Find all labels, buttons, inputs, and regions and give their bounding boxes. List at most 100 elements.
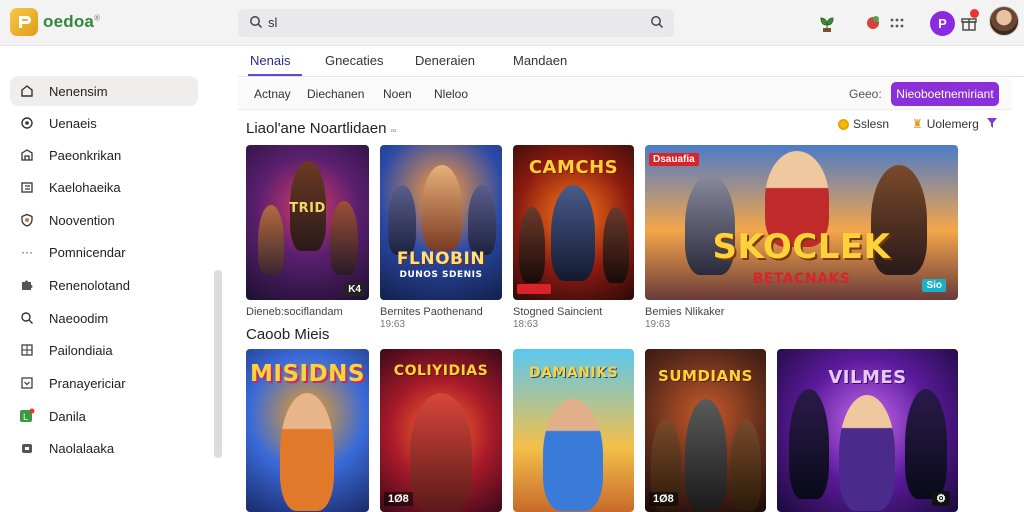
game-logo: TRID xyxy=(289,201,326,216)
card-subtitle: 18:63 xyxy=(513,319,539,330)
card-badge xyxy=(517,284,551,294)
filter-actnay[interactable]: Actnay xyxy=(254,87,291,101)
game-card[interactable]: MISIDNS xyxy=(246,349,369,512)
coin-icon xyxy=(838,118,849,130)
dropdown-icon xyxy=(19,375,35,391)
main-tabs: Nenais Gnecaties Deneraien Mandaen xyxy=(238,46,1024,77)
sidebar-item-label: Pailondiaia xyxy=(49,342,113,358)
card-caption: Stogned Saincient xyxy=(513,306,603,318)
card-caption: Dieneb:sociflandam xyxy=(246,306,343,318)
sidebar-item-label: Danila xyxy=(49,408,86,424)
sidebar-item-4[interactable]: Noovention xyxy=(10,205,198,235)
game-logo: CAMCHS xyxy=(528,157,619,178)
plant-icon[interactable] xyxy=(816,12,838,34)
top-bar: oedoa® sl P xyxy=(0,0,1024,46)
sidebar-item-2[interactable]: Paeonkrikan xyxy=(10,140,198,170)
sidebar-item-label: Renenolotand xyxy=(49,277,130,293)
character-figure xyxy=(468,185,496,255)
sidebar-item-label: Pranayericiar xyxy=(49,375,126,391)
filter-noen[interactable]: Noen xyxy=(383,87,412,101)
game-logo: FLNOBIN xyxy=(396,249,486,269)
sidebar: Nenensim Uenaeis Paeonkrikan Kaelohaeika… xyxy=(0,76,224,512)
card-subtitle: 19:63 xyxy=(645,319,671,330)
tab-mandaen[interactable]: Mandaen xyxy=(513,53,567,68)
sidebar-item-3[interactable]: Kaelohaeika xyxy=(10,172,198,202)
card-badge: 1Ø8 xyxy=(649,492,678,506)
sidebar-item-label: Naolalaaka xyxy=(49,440,115,456)
card-tag: Dsauafia xyxy=(649,153,699,166)
game-logo: VILMES xyxy=(828,367,907,388)
card-badge: 1Ø8 xyxy=(384,492,413,506)
character-figure xyxy=(551,185,595,281)
character-figure xyxy=(422,165,462,251)
store-icon xyxy=(19,147,35,163)
game-card[interactable]: COLIYIDIAS 1Ø8 xyxy=(380,349,502,512)
game-card[interactable]: CAMCHS xyxy=(513,145,634,300)
shield-icon xyxy=(19,212,35,228)
grid-icon xyxy=(19,342,35,358)
user-avatar[interactable] xyxy=(989,6,1019,36)
apps-grid-icon[interactable] xyxy=(886,12,908,34)
sidebar-item-6[interactable]: Renenolotand xyxy=(10,270,198,300)
sidebar-item-10[interactable]: L Danila xyxy=(10,401,198,431)
character-figure xyxy=(905,389,947,499)
sidebar-item-label: Kaelohaeika xyxy=(49,179,121,195)
character-figure xyxy=(410,393,472,511)
library-icon xyxy=(19,179,35,195)
game-card[interactable]: SUMDIANS 1Ø8 xyxy=(645,349,766,512)
card-badge: Sio xyxy=(922,279,946,292)
character-figure xyxy=(839,395,895,511)
sidebar-item-label: Noovention xyxy=(49,212,115,228)
game-logo: COLIYIDIAS xyxy=(393,363,489,379)
filter-funnel-icon[interactable] xyxy=(986,117,998,129)
logo-icon xyxy=(10,8,38,36)
card-caption: Bemies Nlikaker xyxy=(645,306,725,318)
card-caption: Bernites Paothenand xyxy=(380,306,483,318)
game-card[interactable]: FLNOBIN DUNOS SDENIS xyxy=(380,145,502,300)
search-input[interactable]: sl xyxy=(268,15,277,30)
game-card[interactable]: DAMANIKS xyxy=(513,349,634,512)
search-bar[interactable]: sl xyxy=(238,9,674,37)
sidebar-item-5[interactable]: ··· Pomnicendar xyxy=(10,237,198,267)
game-logo: MISIDNS xyxy=(250,361,365,387)
sidebar-item-0[interactable]: Nenensim xyxy=(10,76,198,106)
chip-sslesn[interactable]: Sslesn xyxy=(838,117,889,131)
primary-action-button[interactable]: Nieoboetnemiriant xyxy=(891,82,999,106)
tab-gnecaties[interactable]: Gnecaties xyxy=(325,53,384,68)
character-figure xyxy=(603,207,629,283)
search-icon xyxy=(19,310,35,326)
game-card-featured[interactable]: SKOCLEK BETACNAKS Dsauafia Sio xyxy=(645,145,958,300)
sidebar-item-9[interactable]: Pranayericiar xyxy=(10,368,198,398)
home-icon xyxy=(19,83,35,99)
app-name: oedoa® xyxy=(43,12,101,31)
character-figure xyxy=(543,399,603,511)
card-badge: K4 xyxy=(344,283,365,296)
sidebar-item-11[interactable]: Naolalaaka xyxy=(10,433,198,463)
character-figure xyxy=(388,185,416,255)
sidebar-item-label: Naeoodim xyxy=(49,310,109,326)
search-submit-icon[interactable] xyxy=(650,15,664,29)
game-logo: SUMDIANS xyxy=(658,367,753,385)
sort-label: Geeo: xyxy=(849,87,882,101)
sidebar-item-label: Uenaeis xyxy=(49,115,97,131)
filter-diechanen[interactable]: Diechanen xyxy=(307,87,364,101)
card-badge: ⚙ xyxy=(932,491,950,506)
chip-uolemerg[interactable]: ♜ Uolemerg xyxy=(912,117,979,131)
character-figure xyxy=(519,207,545,283)
profile-avatar[interactable]: P xyxy=(930,11,955,36)
game-card[interactable]: VILMES ⚙ xyxy=(777,349,958,512)
notification-icon[interactable] xyxy=(862,12,884,34)
sidebar-scrollbar[interactable] xyxy=(214,270,222,458)
filter-nleloo[interactable]: Nleloo xyxy=(434,87,468,101)
tab-deneraien[interactable]: Deneraien xyxy=(415,53,475,68)
app-logo[interactable]: oedoa® xyxy=(10,8,100,36)
sidebar-item-1[interactable]: Uenaeis xyxy=(10,108,198,138)
search-icon xyxy=(250,16,263,29)
game-card[interactable]: TRID K4 xyxy=(246,145,369,300)
sidebar-item-7[interactable]: Naeoodim xyxy=(10,303,198,333)
filter-bar: Actnay Diechanen Noen Nleloo Geeo: Nieob… xyxy=(238,78,1012,110)
puzzle-icon xyxy=(19,277,35,293)
character-figure xyxy=(280,393,334,511)
sidebar-item-8[interactable]: Pailondiaia xyxy=(10,335,198,365)
tab-nenais[interactable]: Nenais xyxy=(250,53,290,68)
